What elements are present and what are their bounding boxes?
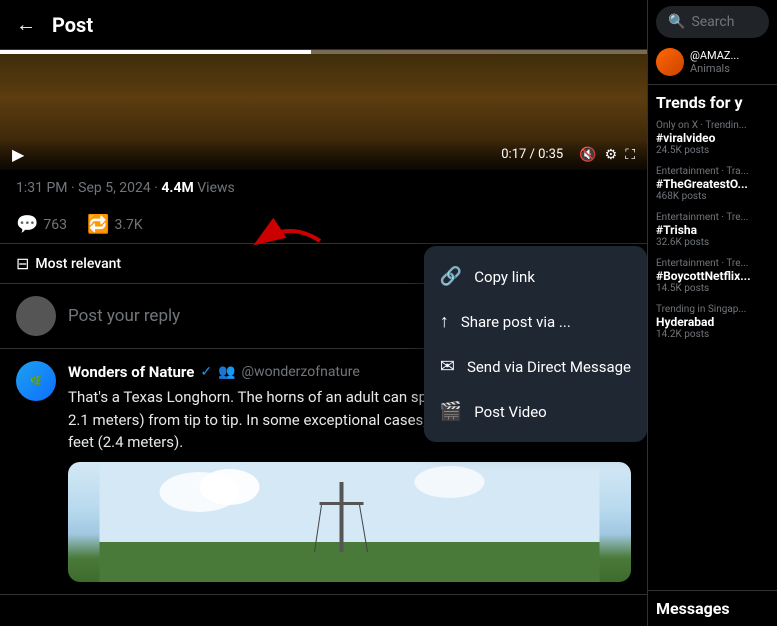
post-views: 4.4M [161, 180, 193, 196]
collab-badge: 👥 [218, 364, 235, 380]
trend-count-0: 24.5K posts [656, 145, 769, 156]
trend-item-4[interactable]: Trending in Singap... Hyderabad 14.2K po… [656, 304, 769, 340]
copy-link-label: Copy link [474, 268, 535, 286]
views-word: Views [197, 180, 235, 196]
messages-section: Messages [648, 590, 777, 626]
right-panel: 🔍 Search @AMAZ... Animals Trends for y O… [648, 0, 777, 626]
send-dm-item[interactable]: ✉ Send via Direct Message [424, 344, 647, 389]
trend-tag-0: #viralvideo [656, 131, 769, 145]
trend-item-1[interactable]: Entertainment · Tra... #TheGreatestO... … [656, 166, 769, 202]
share-post-item[interactable]: ↑ Share post via ... [424, 299, 647, 344]
settings-icon[interactable]: ⚙ [605, 147, 618, 163]
volume-icon[interactable]: 🔇 [579, 147, 596, 163]
search-icon: 🔍 [668, 14, 685, 30]
play-button[interactable]: ▶ [12, 145, 24, 164]
user-avatar [16, 296, 56, 336]
profile-snippet: @AMAZ... Animals [648, 44, 777, 85]
trend-category-1: Entertainment · Tra... [656, 166, 769, 177]
trend-count-1: 468K posts [656, 191, 769, 202]
comment-author: Wonders of Nature [68, 363, 194, 381]
trend-tag-4: Hyderabad [656, 315, 769, 329]
trend-tag-3: #BoycottNetflix... [656, 269, 769, 283]
search-placeholder: Search [691, 14, 734, 30]
comment-image-content [68, 462, 631, 582]
post-time: 1:31 PM · Sep 5, 2024 [16, 180, 151, 196]
copy-link-icon: 🔗 [440, 266, 462, 287]
trend-category-3: Entertainment · Tre... [656, 258, 769, 269]
trend-count-3: 14.5K posts [656, 283, 769, 294]
send-dm-icon: ✉ [440, 356, 455, 377]
actions-row: 💬 763 🔁 3.7K 🔗 Copy link [0, 206, 647, 244]
trend-category-2: Entertainment · Tre... [656, 212, 769, 223]
trend-category-0: Only on X · Trendin... [656, 120, 769, 131]
profile-sub: Animals [690, 62, 739, 75]
comment-count: 763 [43, 217, 67, 233]
post-meta: 1:31 PM · Sep 5, 2024 · 4.4M Views [0, 170, 647, 206]
trend-category-4: Trending in Singap... [656, 304, 769, 315]
retweet-count: 3.7K [114, 217, 142, 233]
trend-item-0[interactable]: Only on X · Trendin... #viralvideo 24.5K… [656, 120, 769, 156]
copy-link-item[interactable]: 🔗 Copy link [424, 254, 647, 299]
trend-item-2[interactable]: Entertainment · Tre... #Trisha 32.6K pos… [656, 212, 769, 248]
left-panel: ← Post ▶ 0:17 / 0:35 🔇 ⚙ ⛶ 1:31 PM · Sep… [0, 0, 648, 626]
reply-input[interactable]: Post your reply [68, 306, 180, 326]
comment-image [68, 462, 631, 582]
send-dm-label: Send via Direct Message [467, 358, 631, 376]
post-video-item[interactable]: 🎬 Post Video [424, 389, 647, 434]
post-video-icon: 🎬 [440, 401, 462, 422]
commenter-avatar: 🌿 [16, 361, 56, 401]
share-dropdown-menu: 🔗 Copy link ↑ Share post via ... ✉ Send … [424, 246, 647, 442]
search-bar[interactable]: 🔍 Search [656, 6, 769, 38]
trend-tag-1: #TheGreatestO... [656, 177, 769, 191]
filter-selector[interactable]: ⊟ Most relevant [16, 254, 121, 273]
comments-action[interactable]: 💬 763 [16, 214, 67, 235]
fullscreen-icon[interactable]: ⛶ [625, 147, 635, 163]
share-post-icon: ↑ [440, 311, 449, 332]
trend-count-2: 32.6K posts [656, 237, 769, 248]
profile-handle: @AMAZ... [690, 49, 739, 62]
comment-icon: 💬 [16, 214, 38, 235]
time-display: 0:17 / 0:35 [32, 147, 563, 162]
trend-tag-2: #Trisha [656, 223, 769, 237]
retweet-icon: 🔁 [87, 214, 109, 235]
profile-avatar [656, 48, 684, 76]
profile-info: @AMAZ... Animals [690, 49, 739, 75]
retweets-action[interactable]: 🔁 3.7K [87, 214, 143, 235]
post-header: ← Post [0, 0, 647, 50]
trends-title: Trends for y [656, 93, 769, 112]
share-post-label: Share post via ... [461, 313, 571, 331]
filter-label-text: Most relevant [35, 256, 121, 272]
progress-bar-track [0, 50, 647, 54]
verified-badge: ✓ [200, 364, 212, 380]
post-video-label: Post Video [474, 403, 546, 421]
trends-section: Trends for y Only on X · Trendin... #vir… [648, 85, 777, 590]
trend-count-4: 14.2K posts [656, 329, 769, 340]
back-button[interactable]: ← [16, 12, 36, 37]
comment-handle: @wonderzofnature [242, 364, 360, 380]
progress-bar-fill [0, 50, 311, 54]
page-title: Post [52, 13, 93, 37]
messages-title: Messages [656, 599, 769, 618]
trend-item-3[interactable]: Entertainment · Tre... #BoycottNetflix..… [656, 258, 769, 294]
video-controls: ▶ 0:17 / 0:35 🔇 ⚙ ⛶ [0, 139, 647, 170]
filter-icon: ⊟ [16, 254, 29, 273]
video-player: ▶ 0:17 / 0:35 🔇 ⚙ ⛶ [0, 50, 647, 170]
